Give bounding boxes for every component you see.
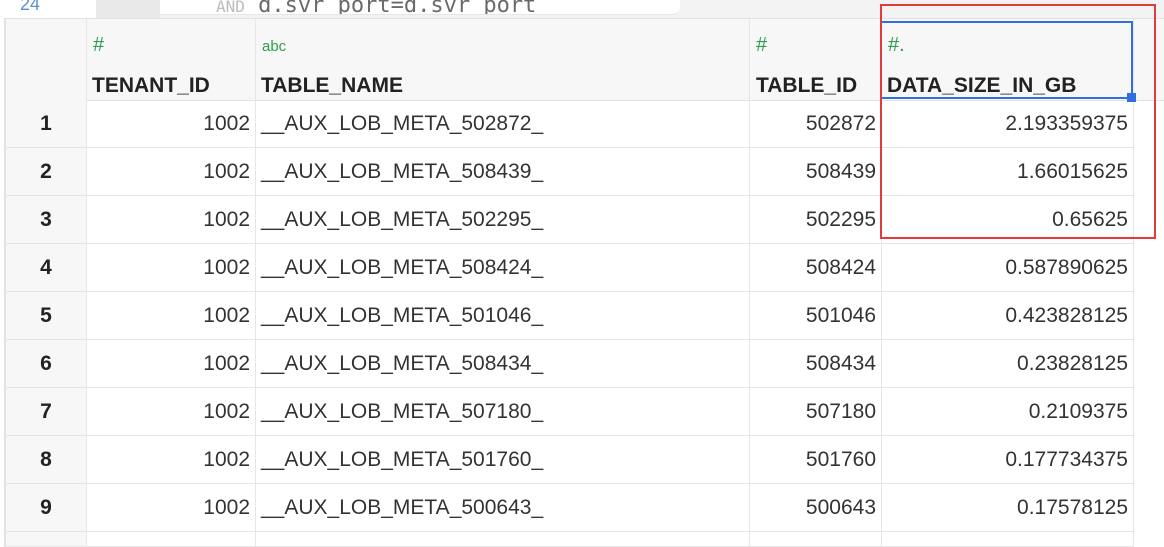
column-name: TENANT_ID — [92, 74, 210, 97]
cell-tenant-id[interactable]: 1002 — [87, 148, 256, 196]
row-number[interactable]: 2 — [6, 148, 87, 196]
cell-table-id[interactable]: 502872 — [750, 100, 882, 148]
table-row[interactable]: 3 1002 __AUX_LOB_META_502295_ 502295 0.6… — [6, 196, 1164, 244]
cell-data-size[interactable]: 0.23828125 — [882, 340, 1134, 388]
cell-table-name[interactable]: __AUX_LOB_META_502295_ — [256, 196, 750, 244]
row-number-header[interactable] — [6, 19, 87, 100]
cell-table-name — [256, 532, 750, 547]
grid-header: # TENANT_ID abc TABLE_NAME # TABLE_ID #.… — [6, 19, 1164, 101]
column-name: TABLE_ID — [756, 74, 858, 97]
cell-table-name[interactable]: __AUX_LOB_META_508424_ — [256, 244, 750, 292]
cell-data-size[interactable]: 0.587890625 — [882, 244, 1134, 292]
row-number[interactable]: 7 — [6, 388, 87, 436]
code-text: d.svr_port=d.svr_port — [258, 0, 537, 15]
row-number — [6, 532, 87, 547]
cell-table-id[interactable]: 502295 — [750, 196, 882, 244]
column-name: TABLE_NAME — [261, 74, 403, 97]
cell-table-name[interactable]: __AUX_LOB_META_507180_ — [256, 388, 750, 436]
column-name: DATA_SIZE_IN_GB — [887, 74, 1077, 97]
row-number[interactable]: 8 — [6, 436, 87, 484]
editor-gutter — [96, 0, 160, 18]
column-header-table-name[interactable]: abc TABLE_NAME — [256, 19, 750, 100]
column-header-tenant-id[interactable]: # TENANT_ID — [87, 19, 256, 100]
cell-table-name[interactable]: __AUX_LOB_META_508434_ — [256, 340, 750, 388]
code-line[interactable]: AND d.svr_port=d.svr_port — [160, 0, 680, 15]
cell-tenant-id[interactable]: 1002 — [87, 340, 256, 388]
cell-table-name[interactable]: __AUX_LOB_META_500643_ — [256, 484, 750, 532]
cell-tenant-id[interactable]: 1002 — [87, 100, 256, 148]
cell-data-size[interactable]: 0.17578125 — [882, 484, 1134, 532]
cell-tenant-id[interactable]: 1002 — [87, 292, 256, 340]
cell-data-size[interactable]: 0.65625 — [882, 196, 1134, 244]
row-number[interactable]: 3 — [6, 196, 87, 244]
cell-tenant-id[interactable]: 1002 — [87, 196, 256, 244]
column-header-data-size-in-gb[interactable]: #. DATA_SIZE_IN_GB — [882, 19, 1134, 100]
cell-data-size[interactable]: 1.66015625 — [882, 148, 1134, 196]
editor-strip: 24 AND d.svr_port=d.svr_port — [0, 0, 1164, 18]
cell-table-id[interactable]: 501046 — [750, 292, 882, 340]
decimal-type-icon: #. — [888, 34, 905, 56]
cell-table-id[interactable]: 508424 — [750, 244, 882, 292]
table-row[interactable]: 8 1002 __AUX_LOB_META_501760_ 501760 0.1… — [6, 436, 1164, 484]
text-type-icon: abc — [262, 38, 287, 55]
selection-resize-handle[interactable] — [1127, 93, 1136, 102]
cell-data-size[interactable]: 0.423828125 — [882, 292, 1134, 340]
number-type-icon: # — [756, 34, 768, 56]
code-keyword: AND — [216, 0, 245, 15]
row-number[interactable]: 1 — [6, 100, 87, 148]
cell-data-size[interactable]: 2.193359375 — [882, 100, 1134, 148]
table-row[interactable]: 9 1002 __AUX_LOB_META_500643_ 500643 0.1… — [6, 484, 1164, 532]
cell-data-size[interactable]: 0.177734375 — [882, 436, 1134, 484]
row-number[interactable]: 6 — [6, 340, 87, 388]
table-row-partial — [6, 532, 1164, 547]
cell-table-id — [750, 532, 882, 547]
cell-tenant-id[interactable]: 1002 — [87, 484, 256, 532]
cell-table-name[interactable]: __AUX_LOB_META_501046_ — [256, 292, 750, 340]
cell-table-id[interactable]: 508434 — [750, 340, 882, 388]
row-number[interactable]: 9 — [6, 484, 87, 532]
result-grid[interactable]: # TENANT_ID abc TABLE_NAME # TABLE_ID #.… — [4, 18, 1164, 547]
table-row[interactable]: 5 1002 __AUX_LOB_META_501046_ 501046 0.4… — [6, 292, 1164, 340]
table-row[interactable]: 4 1002 __AUX_LOB_META_508424_ 508424 0.5… — [6, 244, 1164, 292]
cell-table-id[interactable]: 501760 — [750, 436, 882, 484]
cell-table-name[interactable]: __AUX_LOB_META_502872_ — [256, 100, 750, 148]
column-header-table-id[interactable]: # TABLE_ID — [750, 19, 882, 100]
cell-tenant-id[interactable]: 1002 — [87, 436, 256, 484]
cell-table-id[interactable]: 507180 — [750, 388, 882, 436]
table-row[interactable]: 7 1002 __AUX_LOB_META_507180_ 507180 0.2… — [6, 388, 1164, 436]
number-type-icon: # — [93, 34, 105, 56]
cell-tenant-id[interactable]: 1002 — [87, 388, 256, 436]
row-number[interactable]: 5 — [6, 292, 87, 340]
cell-table-name[interactable]: __AUX_LOB_META_501760_ — [256, 436, 750, 484]
cell-tenant-id[interactable]: 1002 — [87, 244, 256, 292]
table-row[interactable]: 6 1002 __AUX_LOB_META_508434_ 508434 0.2… — [6, 340, 1164, 388]
cell-data-size — [882, 532, 1134, 547]
cell-table-id[interactable]: 508439 — [750, 148, 882, 196]
row-number[interactable]: 4 — [6, 244, 87, 292]
table-row[interactable]: 1 1002 __AUX_LOB_META_502872_ 502872 2.1… — [6, 100, 1164, 148]
table-row[interactable]: 2 1002 __AUX_LOB_META_508439_ 508439 1.6… — [6, 148, 1164, 196]
cell-data-size[interactable]: 0.2109375 — [882, 388, 1134, 436]
cell-tenant-id — [87, 532, 256, 547]
editor-tab[interactable]: 24 — [0, 0, 97, 18]
cell-table-name[interactable]: __AUX_LOB_META_508439_ — [256, 148, 750, 196]
cell-table-id[interactable]: 500643 — [750, 484, 882, 532]
line-number: 24 — [20, 0, 41, 14]
